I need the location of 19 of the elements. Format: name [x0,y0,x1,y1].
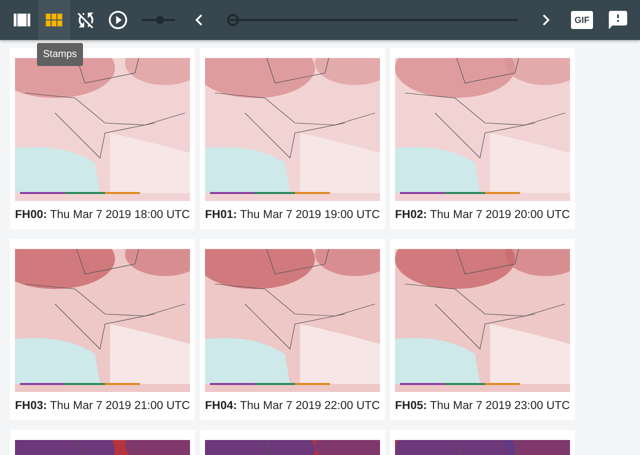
slider-thumb[interactable] [156,16,164,24]
stamp-card[interactable]: FH03: Thu Mar 7 2019 21:00 UTC [10,239,195,420]
stamp-caption: FH01: Thu Mar 7 2019 19:00 UTC [205,209,380,221]
gif-label: GIF [571,11,593,29]
play-icon [107,9,129,31]
stamp-caption: FH03: Thu Mar 7 2019 21:00 UTC [15,400,190,412]
gif-button[interactable]: GIF [562,0,602,40]
grid-button[interactable] [38,0,70,40]
stamp-caption: FH05: Thu Mar 7 2019 23:00 UTC [395,400,570,412]
stamp-caption: FH04: Thu Mar 7 2019 22:00 UTC [205,400,380,412]
stamp-card[interactable]: FH04: Thu Mar 7 2019 22:00 UTC [200,239,385,420]
feedback-icon [607,9,629,31]
tooltip: Stamps [37,43,83,66]
stamp-caption: FH00: Thu Mar 7 2019 18:00 UTC [15,209,190,221]
stamp-caption: FH02: Thu Mar 7 2019 20:00 UTC [395,209,570,221]
slider-thumb[interactable] [227,14,239,26]
stamp-card[interactable]: FH02: Thu Mar 7 2019 20:00 UTC [390,48,575,229]
stamp-card[interactable]: FH01: Thu Mar 7 2019 19:00 UTC [200,48,385,229]
stamp-card[interactable]: FH05: Thu Mar 7 2019 23:00 UTC [390,239,575,420]
